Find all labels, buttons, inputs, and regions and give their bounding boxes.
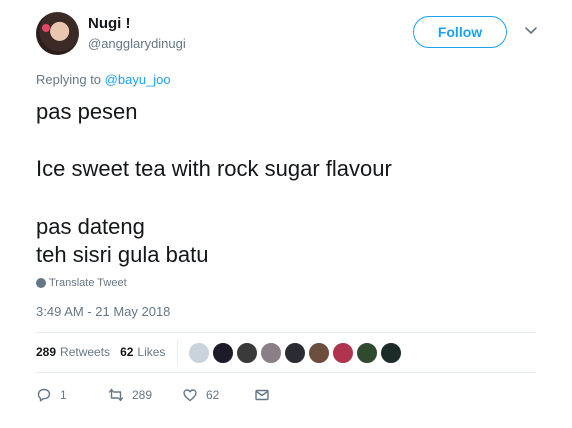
liker-avatar[interactable] [380, 342, 402, 364]
like-count: 62 [206, 388, 220, 402]
author-name[interactable]: Nugi ! [88, 15, 131, 32]
liker-avatar[interactable] [260, 342, 282, 364]
tweet-text-line-3: pas dateng [36, 214, 145, 239]
replying-to-prefix: Replying to [36, 72, 102, 87]
direct-message-action[interactable] [254, 387, 270, 403]
replying-to: Replying to @bayu_joo [36, 72, 171, 87]
liker-avatar[interactable] [308, 342, 330, 364]
envelope-icon [255, 389, 269, 401]
follow-button[interactable]: Follow [413, 16, 507, 48]
reply-action[interactable]: 1 [36, 387, 67, 403]
chevron-down-icon[interactable] [524, 24, 538, 38]
likes-label: Likes [137, 345, 166, 359]
liker-avatar[interactable] [284, 342, 306, 364]
globe-icon [36, 278, 46, 288]
liker-avatar[interactable] [236, 342, 258, 364]
author-avatar[interactable] [36, 12, 79, 55]
translate-tweet-link[interactable]: Translate Tweet [36, 277, 127, 289]
retweet-action[interactable]: 289 [108, 387, 152, 403]
liker-avatar[interactable] [188, 342, 210, 364]
likes-count: 62 [120, 345, 134, 359]
tweet-text-line-4: teh sisri gula batu [36, 242, 209, 267]
divider-top [36, 332, 536, 333]
translate-label: Translate Tweet [49, 277, 127, 289]
liker-avatars [188, 342, 402, 364]
heart-icon [183, 389, 197, 402]
tweet-text-line-2: Ice sweet tea with rock sugar flavour [36, 156, 392, 181]
avatar-flower [42, 24, 50, 32]
retweet-icon [108, 388, 124, 402]
author-handle[interactable]: @angglarydinugi [88, 36, 186, 51]
divider-bottom [36, 372, 536, 373]
retweets-label: Retweets [60, 345, 111, 359]
reply-count: 1 [60, 388, 67, 402]
tweet-timestamp[interactable]: 3:49 AM - 21 May 2018 [36, 304, 170, 319]
retweet-count: 289 [132, 388, 153, 402]
like-action[interactable]: 62 [182, 387, 219, 403]
likes-stat[interactable]: 62 Likes [120, 345, 165, 359]
stats-separator [177, 340, 178, 366]
liker-avatar[interactable] [212, 342, 234, 364]
tweet-text-line-1: pas pesen [36, 99, 138, 124]
retweets-count: 289 [36, 345, 57, 359]
retweets-stat[interactable]: 289 Retweets [36, 345, 110, 359]
tweet-actions: 1 289 62 [36, 387, 296, 405]
liker-avatar[interactable] [356, 342, 378, 364]
replying-to-handle[interactable]: @bayu_joo [105, 72, 171, 87]
engagement-stats: 289 Retweets 62 Likes [36, 345, 165, 359]
reply-icon [37, 388, 51, 402]
liker-avatar[interactable] [332, 342, 354, 364]
